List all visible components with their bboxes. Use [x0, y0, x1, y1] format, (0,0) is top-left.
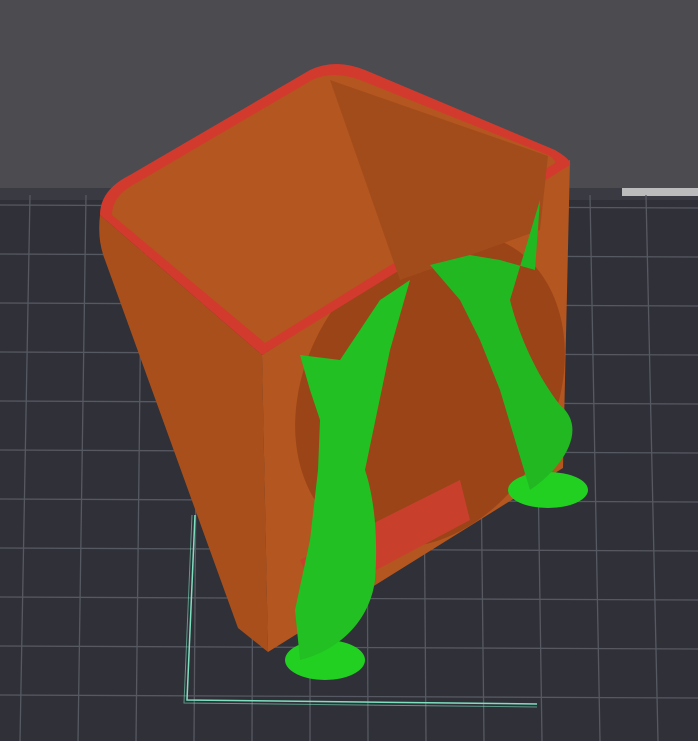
3d-viewport[interactable]: [0, 0, 698, 741]
support-base-right: [508, 472, 588, 508]
bed-edge-highlight: [622, 188, 698, 196]
preview-canvas[interactable]: [0, 0, 698, 741]
